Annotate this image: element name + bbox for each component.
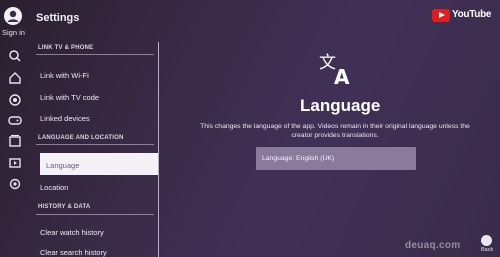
- logo-text: YouTube: [452, 9, 492, 20]
- sign-in-label[interactable]: Sign in: [2, 28, 25, 37]
- library-icon[interactable]: [7, 155, 23, 171]
- left-nav-rail: Sign in: [0, 0, 30, 257]
- avatar-icon[interactable]: [4, 7, 22, 25]
- section-label-language-location: LANGUAGE AND LOCATION: [38, 135, 124, 141]
- tv-screen: Sign in Settings LINK TV & PHONE Link wi…: [0, 0, 500, 257]
- subscriptions-icon[interactable]: [7, 133, 23, 149]
- section-label-history-data: HISTORY & DATA: [38, 204, 91, 210]
- svg-text:A: A: [334, 65, 350, 86]
- section-divider: [36, 54, 154, 55]
- menu-item-link-wifi[interactable]: Link with Wi-Fi: [40, 71, 89, 80]
- settings-menu: LINK TV & PHONE Link with Wi-Fi Link wit…: [30, 38, 164, 257]
- translate-icon: 文 A: [318, 50, 356, 86]
- shorts-icon[interactable]: [7, 92, 23, 108]
- language-select-label: Language: English (UK): [262, 155, 335, 162]
- watermark: deuaq.com: [405, 240, 461, 251]
- page-title: Language: [300, 96, 381, 115]
- menu-item-linked-devices[interactable]: Linked devices: [40, 114, 90, 123]
- menu-item-location[interactable]: Location: [40, 183, 68, 192]
- settings-title: Settings: [36, 12, 80, 24]
- menu-item-language-label: Language: [46, 161, 80, 170]
- menu-item-clear-search-history[interactable]: Clear search history: [40, 248, 107, 257]
- menu-item-link-tv-code[interactable]: Link with TV code: [40, 93, 99, 102]
- play-logo-icon: [432, 9, 450, 22]
- settings-icon[interactable]: [7, 176, 23, 192]
- section-divider: [36, 144, 154, 145]
- menu-item-clear-watch-history[interactable]: Clear watch history: [40, 228, 104, 237]
- page-description: This changes the language of the app. Vi…: [200, 123, 470, 139]
- gaming-icon[interactable]: [7, 112, 23, 128]
- back-button-icon[interactable]: [481, 235, 492, 246]
- home-icon[interactable]: [7, 70, 23, 86]
- section-label-link-tv: LINK TV & PHONE: [38, 45, 94, 51]
- back-label: Back: [481, 247, 494, 253]
- menu-divider: [158, 42, 159, 257]
- section-divider: [36, 214, 154, 215]
- search-icon[interactable]: [7, 48, 23, 64]
- youtube-logo: YouTube: [432, 8, 492, 23]
